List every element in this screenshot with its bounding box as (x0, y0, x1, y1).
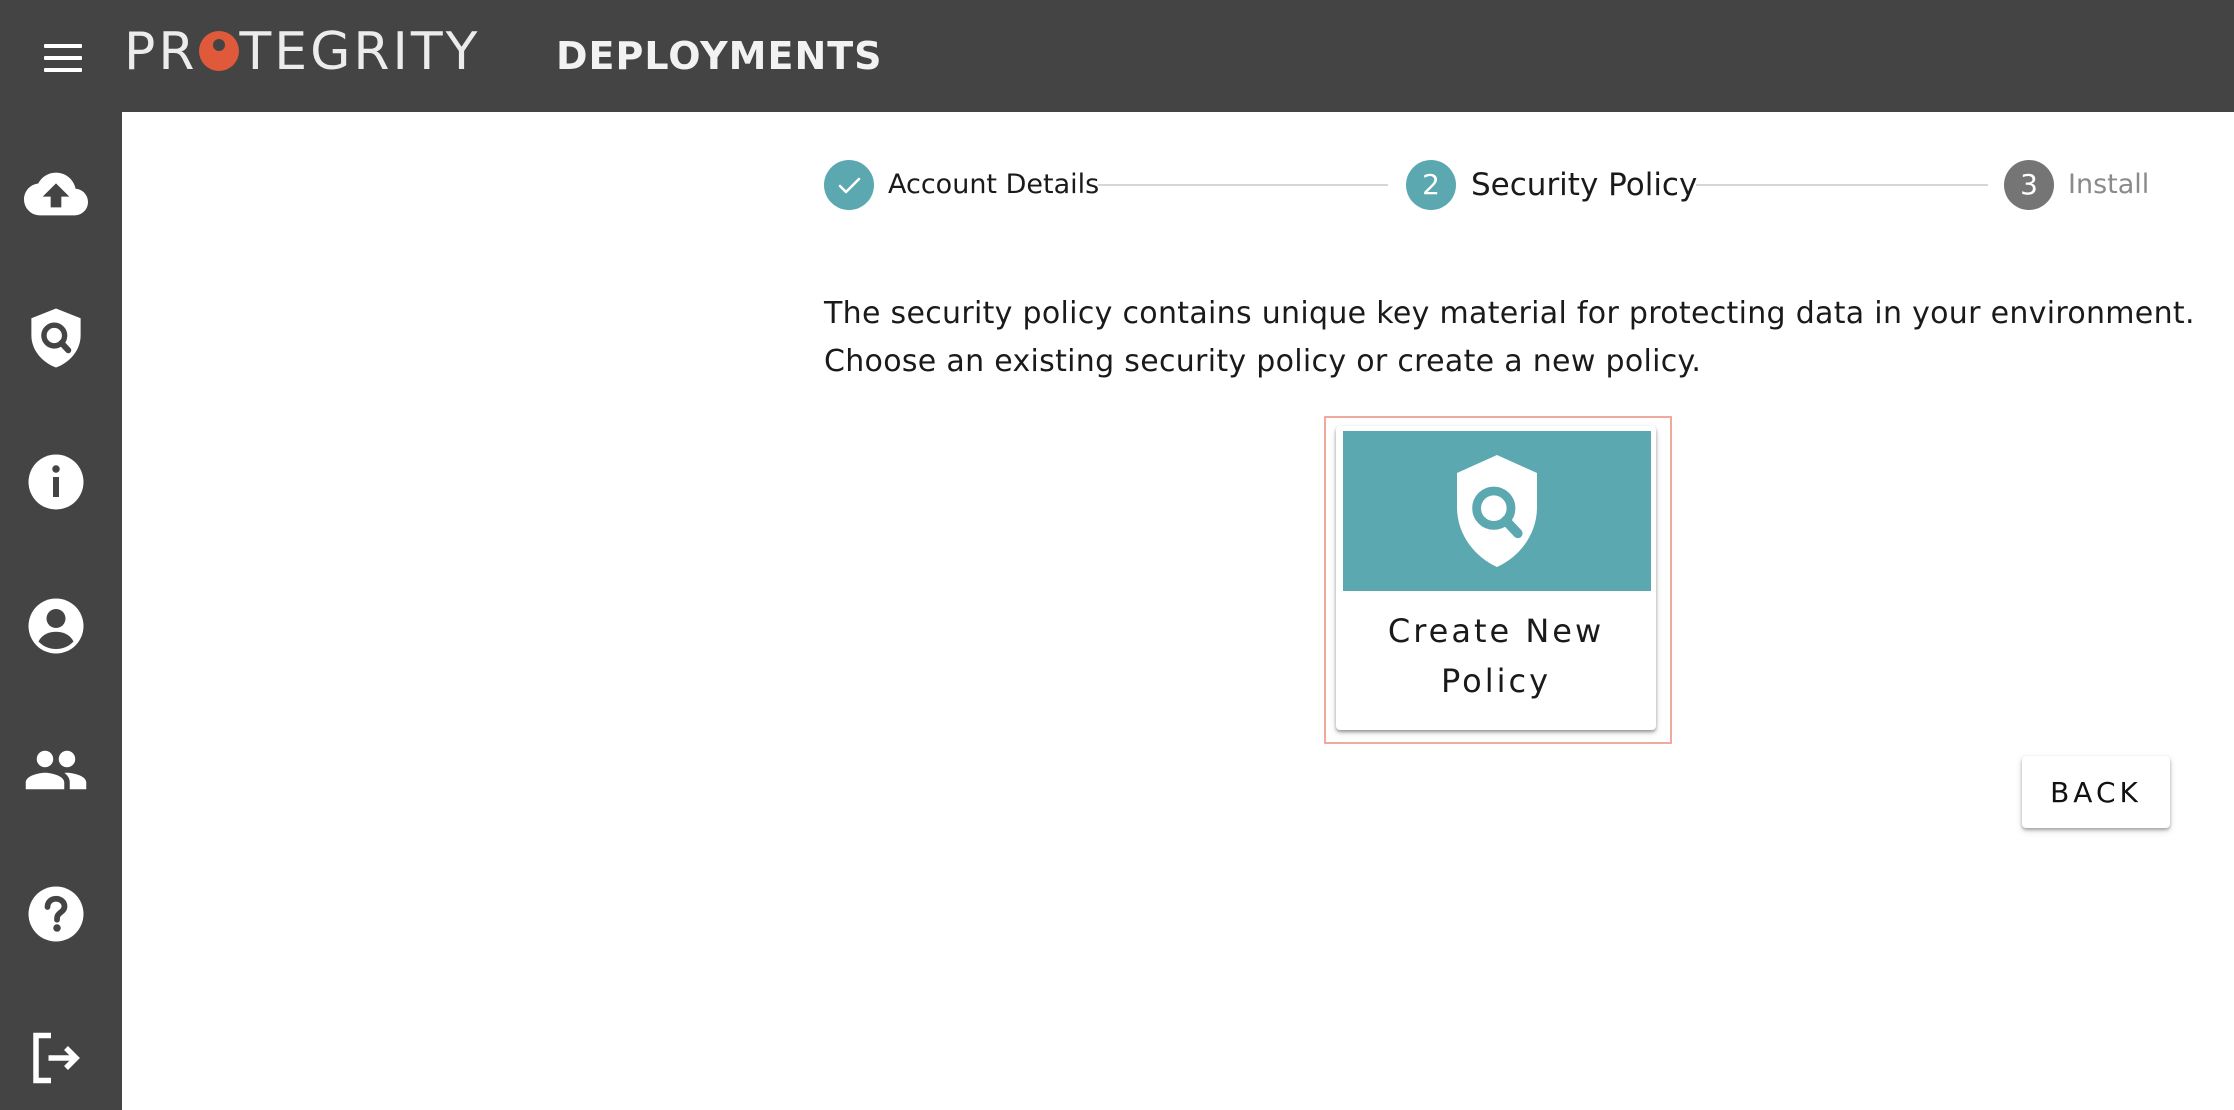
shield-search-icon[interactable] (20, 302, 92, 374)
step-number-3: 3 (2004, 160, 2054, 210)
create-new-policy-card[interactable]: Create New Policy (1336, 426, 1656, 730)
help-icon[interactable] (20, 878, 92, 950)
main-content (122, 112, 2234, 1110)
back-button[interactable]: BACK (2022, 756, 2170, 828)
step-label-install[interactable]: Install (2068, 166, 2149, 204)
top-app-bar: PR TEGRITY DEPLOYMENTS (0, 0, 2234, 112)
account-circle-icon[interactable] (20, 590, 92, 662)
card-media (1343, 431, 1651, 591)
protegrity-logo: PR TEGRITY (124, 22, 481, 82)
shield-search-icon (1457, 455, 1537, 567)
card-title: Create New Policy (1387, 612, 1605, 700)
step-number-2: 2 (1406, 160, 1456, 210)
description-line-2: Choose an existing security policy or cr… (824, 344, 1702, 379)
info-icon[interactable] (20, 446, 92, 518)
hamburger-menu-icon[interactable] (44, 44, 84, 72)
policy-description: The security policy contains unique key … (824, 290, 2195, 386)
step-completed-check-icon (824, 160, 874, 210)
description-line-1: The security policy contains unique key … (824, 296, 2195, 331)
logout-icon[interactable] (20, 1022, 92, 1094)
sidebar (0, 112, 122, 1110)
cloud-upload-icon[interactable] (20, 158, 92, 230)
step-connector (1098, 184, 1388, 186)
step-connector (1696, 184, 1988, 186)
step-label-account-details[interactable]: Account Details (888, 166, 1099, 204)
step-label-security-policy[interactable]: Security Policy (1471, 164, 1697, 206)
people-icon[interactable] (20, 734, 92, 806)
page-title: DEPLOYMENTS (556, 34, 883, 78)
